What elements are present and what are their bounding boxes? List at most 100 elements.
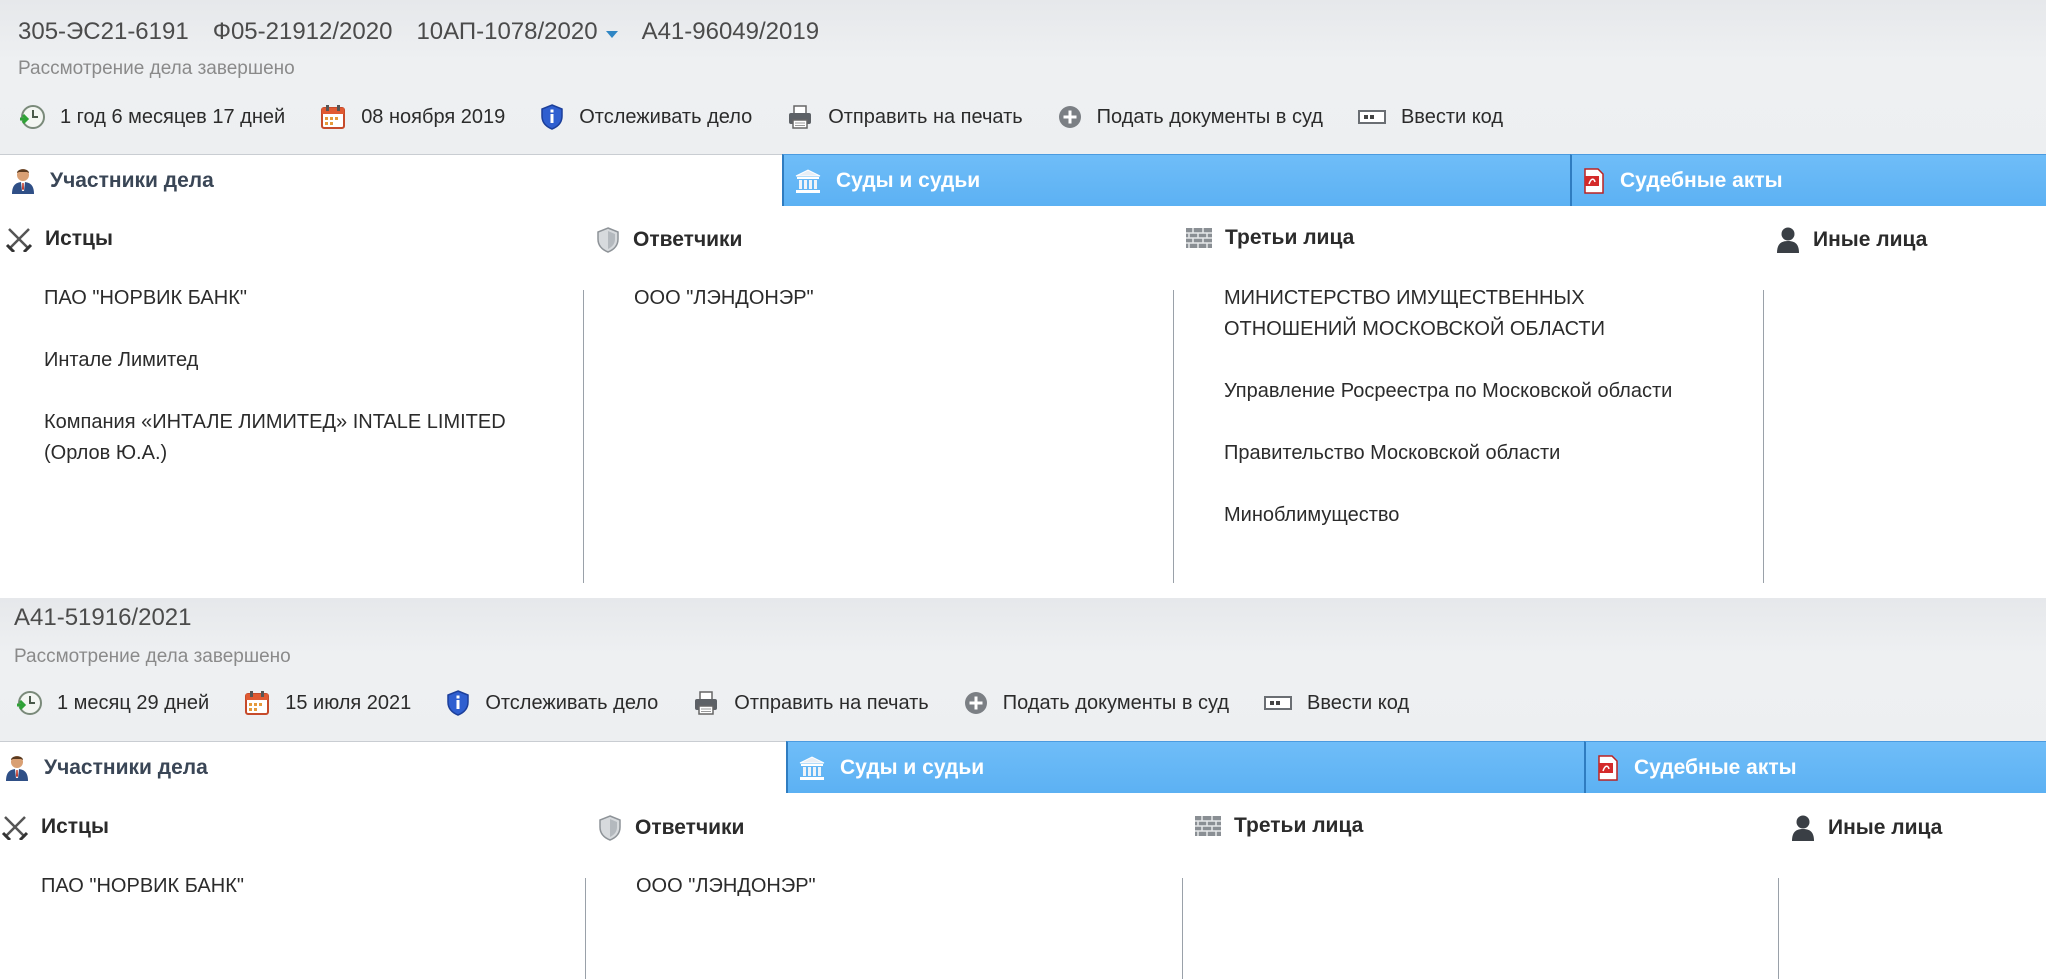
case-duration: 1 год 6 месяцев 17 дней [18,103,285,131]
case-number-dropdown[interactable]: 10АП-1078/2020 [416,18,618,46]
courthouse-icon [799,755,825,780]
list-item[interactable]: ООО "ЛЭНДОНЭР" [634,283,1154,314]
column-divider [585,878,586,979]
list-item[interactable]: ООО "ЛЭНДОНЭР" [636,871,1156,902]
enter-code-label: Ввести код [1400,105,1504,128]
shield-icon [599,815,621,841]
defendants-list: ООО "ЛЭНДОНЭР" [636,871,1156,933]
list-item[interactable]: МИНИСТЕРСТВО ИМУЩЕСТВЕННЫХ ОТНОШЕНИЙ МОС… [1224,283,1654,345]
column-divider [1173,290,1174,583]
case-date-text: 15 июля 2021 [285,691,412,714]
tab-participants[interactable]: Участники дела [0,741,786,793]
case-number-link[interactable]: Ф05-21912/2020 [213,18,393,46]
third-parties-list: МИНИСТЕРСТВО ИМУЩЕСТВЕННЫХ ОТНОШЕНИЙ МОС… [1224,283,1744,562]
tab-courts[interactable]: Суды и судьи [786,741,1584,793]
plaintiffs-header: Истцы [1,814,109,840]
case-duration: 1 месяц 29 дней [15,689,209,717]
list-item[interactable]: Правительство Московской области [1224,438,1744,469]
case-duration-text: 1 месяц 29 дней [57,691,210,714]
third-parties-header: Третьи лица [1194,814,1363,838]
person-icon [1777,227,1799,253]
plaintiffs-title: Истцы [41,815,109,838]
print-button[interactable]: Отправить на печать [786,103,1023,131]
other-persons-header: Иные лица [1790,814,1942,842]
defendants-header: Ответчики [595,226,742,254]
case-number-link[interactable]: А41-96049/2019 [642,18,820,46]
defendants-list: ООО "ЛЭНДОНЭР" [634,283,1154,345]
tab-judicial-acts[interactable]: Судебные акты [1584,741,2046,793]
third-parties-header: Третьи лица [1185,226,1354,250]
tab-participants[interactable]: Участники дела [0,154,782,206]
tab-judicial-acts-label: Судебные акты [1620,168,1783,192]
clock-back-icon [17,691,42,715]
case-card: 305-ЭС21-6191 Ф05-21912/2020 10АП-1078/2… [0,0,2046,598]
clock-back-icon [20,105,45,129]
person-tie-icon [6,755,28,781]
track-case-button[interactable]: Отслеживать дело [445,689,658,717]
person-tie-icon [12,168,34,194]
print-label: Отправить на печать [734,691,929,714]
third-parties-title: Третьи лица [1234,814,1364,837]
case-header: А41-51916/2021 Рассмотрение дела заверше… [0,598,2046,741]
tab-participants-label: Участники дела [44,755,208,779]
case-header: 305-ЭС21-6191 Ф05-21912/2020 10АП-1078/2… [0,0,2046,154]
column-divider [1778,878,1779,979]
other-persons-header: Иные лица [1775,226,1927,254]
column-divider [583,290,584,583]
print-button[interactable]: Отправить на печать [692,689,929,717]
case-card: А41-51916/2021 Рассмотрение дела заверше… [0,598,2046,979]
printer-icon [789,105,812,129]
case-date-text: 08 ноября 2019 [361,105,506,128]
plaintiffs-header: Истцы [5,226,113,252]
defendants-header: Ответчики [597,814,744,842]
code-card-icon [1357,110,1386,124]
case-toolbar: 1 месяц 29 дней 15 июля 2021 Отслеживать… [15,686,1443,720]
case-number-link[interactable]: А41-51916/2021 [14,604,192,632]
submit-documents-label: Подать документы в суд [1002,691,1230,714]
list-item[interactable]: ПАО "НОРВИК БАНК" [41,871,561,902]
case-toolbar: 1 год 6 месяцев 17 дней 08 ноября 2019 О… [18,100,1537,134]
case-status: Рассмотрение дела завершено [14,646,291,667]
case-tabs: Участники дела Суды и судьи Судебные акт… [0,154,2046,206]
list-item[interactable]: Управление Росреестра по Московской обла… [1224,376,1744,407]
defendants-title: Ответчики [633,228,743,251]
pdf-icon [1598,754,1618,781]
plaintiffs-title: Истцы [45,227,113,250]
third-parties-title: Третьи лица [1225,226,1355,249]
case-date: 08 ноября 2019 [319,103,505,131]
code-card-icon [1264,696,1293,710]
shield-icon [597,227,619,253]
other-persons-title: Иные лица [1828,816,1943,839]
case-numbers: А41-51916/2021 [14,602,216,634]
submit-documents-button[interactable]: Подать документы в суд [1057,104,1323,130]
person-icon [1792,815,1814,841]
list-item[interactable]: Интале Лимитед [44,345,564,376]
tab-courts-label: Суды и судьи [840,755,985,779]
calendar-icon [321,105,346,129]
list-item[interactable]: Компания «ИНТАЛЕ ЛИМИТЕД» INTALE LIMITED… [44,407,564,469]
column-divider [1763,290,1764,583]
other-persons-title: Иные лица [1813,228,1928,251]
list-item[interactable]: ПАО "НОРВИК БАНК" [44,283,564,314]
brick-wall-icon [1195,816,1221,836]
calendar-icon [245,691,270,715]
printer-icon [695,691,718,715]
case-number-link[interactable]: 305-ЭС21-6191 [18,18,189,46]
enter-code-button[interactable]: Ввести код [1263,692,1409,715]
enter-code-button[interactable]: Ввести код [1357,106,1503,129]
plaintiffs-list: ПАО "НОРВИК БАНК" [41,871,561,933]
print-label: Отправить на печать [828,105,1023,128]
track-case-label: Отслеживать дело [485,691,659,714]
case-status: Рассмотрение дела завершено [18,58,295,79]
tab-judicial-acts[interactable]: Судебные акты [1570,154,2046,206]
column-divider [1182,878,1183,979]
track-case-button[interactable]: Отслеживать дело [539,103,752,131]
case-date: 15 июля 2021 [243,689,411,717]
tab-courts[interactable]: Суды и судьи [782,154,1570,206]
crossed-swords-icon [1,816,29,840]
defendants-title: Ответчики [635,816,745,839]
tab-courts-label: Суды и судьи [836,168,981,192]
submit-documents-button[interactable]: Подать документы в суд [963,690,1229,716]
plaintiffs-list: ПАО "НОРВИК БАНК" Интале Лимитед Компани… [44,283,564,500]
list-item[interactable]: Миноблимущество [1224,500,1744,531]
